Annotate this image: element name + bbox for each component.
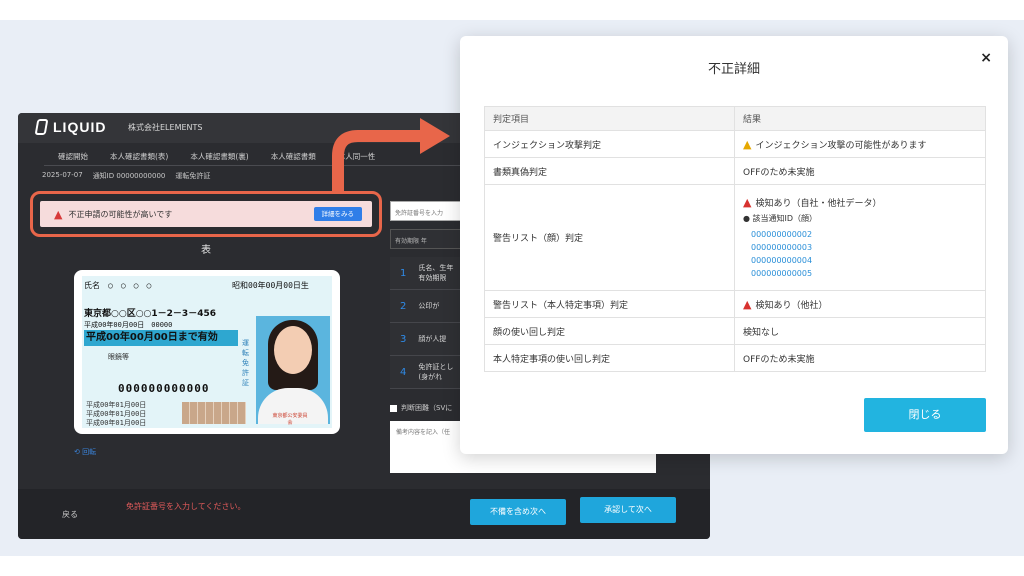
company-name: 株式会社ELEMENTS bbox=[128, 123, 203, 132]
row-result: OFFのため未実施 bbox=[734, 344, 986, 372]
check-item[interactable]: 4 免許証とし (身がれ bbox=[390, 356, 464, 389]
check-item-number: 3 bbox=[400, 333, 407, 345]
check-item[interactable]: 1 氏名、生年 有効期限 bbox=[390, 257, 464, 290]
table-row: 書類真偽判定 OFFのため未実施 bbox=[484, 157, 986, 185]
card-photo bbox=[256, 316, 330, 424]
license-number-input[interactable]: 免許証番号を入力 bbox=[390, 201, 464, 221]
row-item: 書類真偽判定 bbox=[484, 157, 735, 185]
app-footer: 戻る 免許証番号を入力してください。 不備を含め次へ 承認して次へ bbox=[18, 489, 710, 539]
check-item-text: 顔が人提 bbox=[418, 335, 447, 343]
check-item-number: 2 bbox=[400, 300, 407, 312]
rotate-label: 回転 bbox=[82, 448, 97, 456]
license-card: 氏名 ○ ○ ○ ○ 昭和00年00月00日生 東京都○○区○○1－2－3－45… bbox=[82, 276, 332, 428]
expiry-select[interactable]: 有効期限 年 bbox=[390, 229, 464, 249]
difficult-judgment-checkbox[interactable]: 判断困難（SVに bbox=[390, 403, 452, 413]
close-modal-button[interactable]: 閉じる bbox=[864, 398, 986, 432]
approve-next-button[interactable]: 承認して次へ bbox=[580, 497, 676, 523]
meta-doc-type: 運転免許証 bbox=[175, 172, 211, 180]
table-header-row: 判定項目 結果 bbox=[484, 106, 986, 131]
fraud-alert: ▲ 不正申請の可能性が高いです 詳細をみる bbox=[40, 201, 372, 227]
card-name: 氏名 ○ ○ ○ ○ bbox=[84, 281, 152, 290]
step-tab-start[interactable]: 確認開始 bbox=[58, 151, 88, 162]
matched-id-link[interactable]: 000000000004 bbox=[743, 254, 977, 267]
row-item: 本人特定事項の使い回し判定 bbox=[484, 344, 735, 372]
matched-id-link[interactable]: 000000000005 bbox=[743, 267, 977, 280]
card-dob: 昭和00年00月00日生 bbox=[232, 281, 309, 290]
card-valid-until: 平成00年00月00日まで有効 bbox=[84, 330, 238, 346]
alert-icon: ▲ bbox=[743, 297, 752, 311]
row-result: ▲ 検知あり（他社） bbox=[734, 290, 986, 318]
result-text: インジェクション攻撃の可能性があります bbox=[755, 140, 927, 151]
card-stamp: 東京都公安委員会 bbox=[272, 413, 308, 426]
check-item-number: 4 bbox=[400, 366, 407, 378]
alert-message: 不正申請の可能性が高いです bbox=[68, 209, 173, 219]
table-row: インジェクション攻撃判定 ▲ インジェクション攻撃の可能性があります bbox=[484, 130, 986, 158]
check-item[interactable]: 3 顔が人提 bbox=[390, 323, 464, 356]
checkbox-box[interactable] bbox=[390, 404, 397, 412]
view-details-button[interactable]: 詳細をみる bbox=[313, 207, 362, 221]
warning-icon: ▲ bbox=[54, 207, 63, 221]
matched-id-link[interactable]: 000000000003 bbox=[743, 241, 977, 254]
column-header-item: 判定項目 bbox=[484, 106, 735, 131]
logo-icon bbox=[34, 119, 49, 135]
card-conditions: 眼鏡等 bbox=[108, 353, 129, 361]
row-result: 検知なし bbox=[734, 317, 986, 345]
meta-notice-id: 通知ID 00000000000 bbox=[92, 172, 166, 180]
check-item[interactable]: 2 公印が bbox=[390, 290, 464, 323]
row-result: OFFのため未実施 bbox=[734, 157, 986, 185]
license-card-image: 氏名 ○ ○ ○ ○ 昭和00年00月00日生 東京都○○区○○1－2－3－45… bbox=[74, 270, 340, 434]
step-tab-doc-back[interactable]: 本人確認書類(裏) bbox=[190, 151, 248, 162]
table-row: 警告リスト（顔）判定 ▲ 検知あり（自社・他社データ） ● 該当通知ID（顔） 0… bbox=[484, 184, 986, 291]
application-meta: 2025-07-07 通知ID 00000000000 運転免許証 bbox=[42, 171, 210, 181]
step-tab-doc[interactable]: 本人確認書類 bbox=[271, 151, 316, 162]
warning-icon: ▲ bbox=[743, 137, 752, 151]
close-icon[interactable]: × bbox=[980, 50, 992, 66]
result-text: 検知あり（他社） bbox=[755, 300, 828, 311]
photo-face bbox=[274, 326, 312, 374]
meta-date: 2025-07-07 bbox=[42, 171, 83, 179]
card-license-number: 000000000000 bbox=[118, 382, 210, 395]
row-item: 警告リスト（顔）判定 bbox=[484, 184, 735, 291]
check-item-text: 免許証とし (身がれ bbox=[418, 363, 454, 381]
table-row: 顔の使い回し判定 検知なし bbox=[484, 317, 986, 345]
card-side-text: 運転免許証 bbox=[242, 339, 249, 387]
row-result: ▲ インジェクション攻撃の可能性があります bbox=[734, 130, 986, 158]
row-item: インジェクション攻撃判定 bbox=[484, 130, 735, 158]
logo-text: LIQUID bbox=[53, 119, 107, 135]
check-list: 1 氏名、生年 有効期限 2 公印が 3 顔が人提 4 免許証とし (身がれ bbox=[390, 257, 464, 389]
card-category-grid bbox=[182, 402, 246, 424]
row-item: 顔の使い回し判定 bbox=[484, 317, 735, 345]
hold-next-button[interactable]: 不備を含め次へ bbox=[470, 499, 566, 525]
alert-icon: ▲ bbox=[743, 195, 752, 209]
back-button[interactable]: 戻る bbox=[62, 509, 78, 520]
card-date-3: 平成00年01月00日 bbox=[86, 419, 147, 427]
card-side-label: 表 bbox=[201, 245, 211, 256]
column-header-result: 結果 bbox=[734, 106, 986, 131]
fraud-result-table: 判定項目 結果 インジェクション攻撃判定 ▲ インジェクション攻撃の可能性がありま… bbox=[484, 106, 986, 372]
callout-arrow-icon bbox=[332, 118, 450, 192]
rotate-button[interactable]: ⟲ 回転 bbox=[74, 447, 96, 457]
result-text: 検知あり（自社・他社データ） bbox=[755, 198, 882, 209]
matched-ids-label: ● 該当通知ID（顔） bbox=[743, 213, 818, 223]
matched-id-link[interactable]: 000000000002 bbox=[743, 228, 977, 241]
fraud-details-modal: 不正詳細 × 判定項目 結果 インジェクション攻撃判定 ▲ インジェクション攻撃の… bbox=[460, 36, 1008, 454]
modal-title: 不正詳細 bbox=[707, 62, 760, 77]
app-logo: LIQUID bbox=[34, 119, 107, 135]
step-tab-doc-front[interactable]: 本人確認書類(表) bbox=[110, 151, 168, 162]
check-item-text: 氏名、生年 有効期限 bbox=[418, 264, 454, 282]
error-message: 免許証番号を入力してください。 bbox=[126, 502, 246, 511]
check-item-text: 公印が bbox=[418, 302, 440, 310]
checkbox-label: 判断困難（SVに bbox=[401, 404, 453, 412]
table-row: 本人特定事項の使い回し判定 OFFのため未実施 bbox=[484, 344, 986, 372]
card-issue: 平成00年00月00日 00000 bbox=[84, 321, 173, 329]
matched-id-list: 000000000002 000000000003 000000000004 0… bbox=[743, 228, 977, 280]
check-item-number: 1 bbox=[400, 267, 407, 279]
table-row: 警告リスト（本人特定事項）判定 ▲ 検知あり（他社） bbox=[484, 290, 986, 318]
row-item: 警告リスト（本人特定事項）判定 bbox=[484, 290, 735, 318]
card-address: 東京都○○区○○1－2－3－456 bbox=[84, 309, 216, 319]
row-result: ▲ 検知あり（自社・他社データ） ● 該当通知ID（顔） 000000000002… bbox=[734, 184, 986, 291]
